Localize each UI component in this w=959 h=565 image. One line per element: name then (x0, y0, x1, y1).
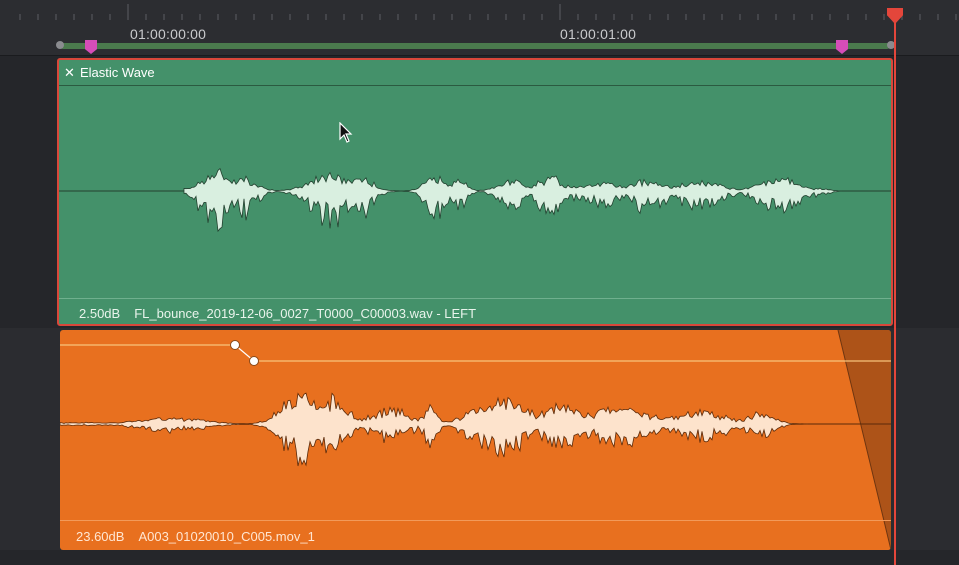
clip-divider (59, 298, 891, 299)
audio-clip-green[interactable]: ✕ Elastic Wave 2.50dB FL_bounce_2019-12-… (57, 58, 893, 326)
waveform (59, 167, 891, 233)
clip-gain: 23.60dB (76, 529, 125, 544)
render-range-bar[interactable] (60, 43, 890, 49)
clip-info: 2.50dB FL_bounce_2019-12-06_0027_T0000_C… (79, 306, 476, 321)
marker-icon[interactable] (85, 40, 97, 54)
playhead-line[interactable] (894, 14, 896, 565)
ruler-ticks (19, 4, 957, 20)
audio-track-3 (0, 550, 959, 565)
clip-gain: 2.50dB (79, 306, 121, 321)
range-start-handle[interactable] (56, 41, 64, 49)
timeline-view: 01:00:00:00 01:00:01:00 ✕ Elastic Wave 2… (0, 0, 959, 565)
timecode-label-second: 01:00:01:00 (560, 26, 637, 42)
timecode-label-start: 01:00:00:00 (130, 26, 207, 42)
keyframe-handle (249, 356, 259, 366)
keyframe-handle (230, 340, 240, 350)
cursor-icon (339, 122, 353, 143)
marker-icon[interactable] (836, 40, 848, 54)
clip-info: 23.60dB A003_01020010_C005.mov_1 (76, 529, 315, 544)
clip-divider (60, 520, 891, 521)
clip-filename: A003_01020010_C005.mov_1 (138, 529, 315, 544)
audio-clip-orange[interactable]: 23.60dB A003_01020010_C005.mov_1 (60, 330, 891, 550)
timecode-ruler[interactable]: 01:00:00:00 01:00:01:00 (0, 0, 959, 56)
volume-curve[interactable] (60, 330, 891, 550)
clip-filename: FL_bounce_2019-12-06_0027_T0000_C00003.w… (134, 306, 477, 321)
